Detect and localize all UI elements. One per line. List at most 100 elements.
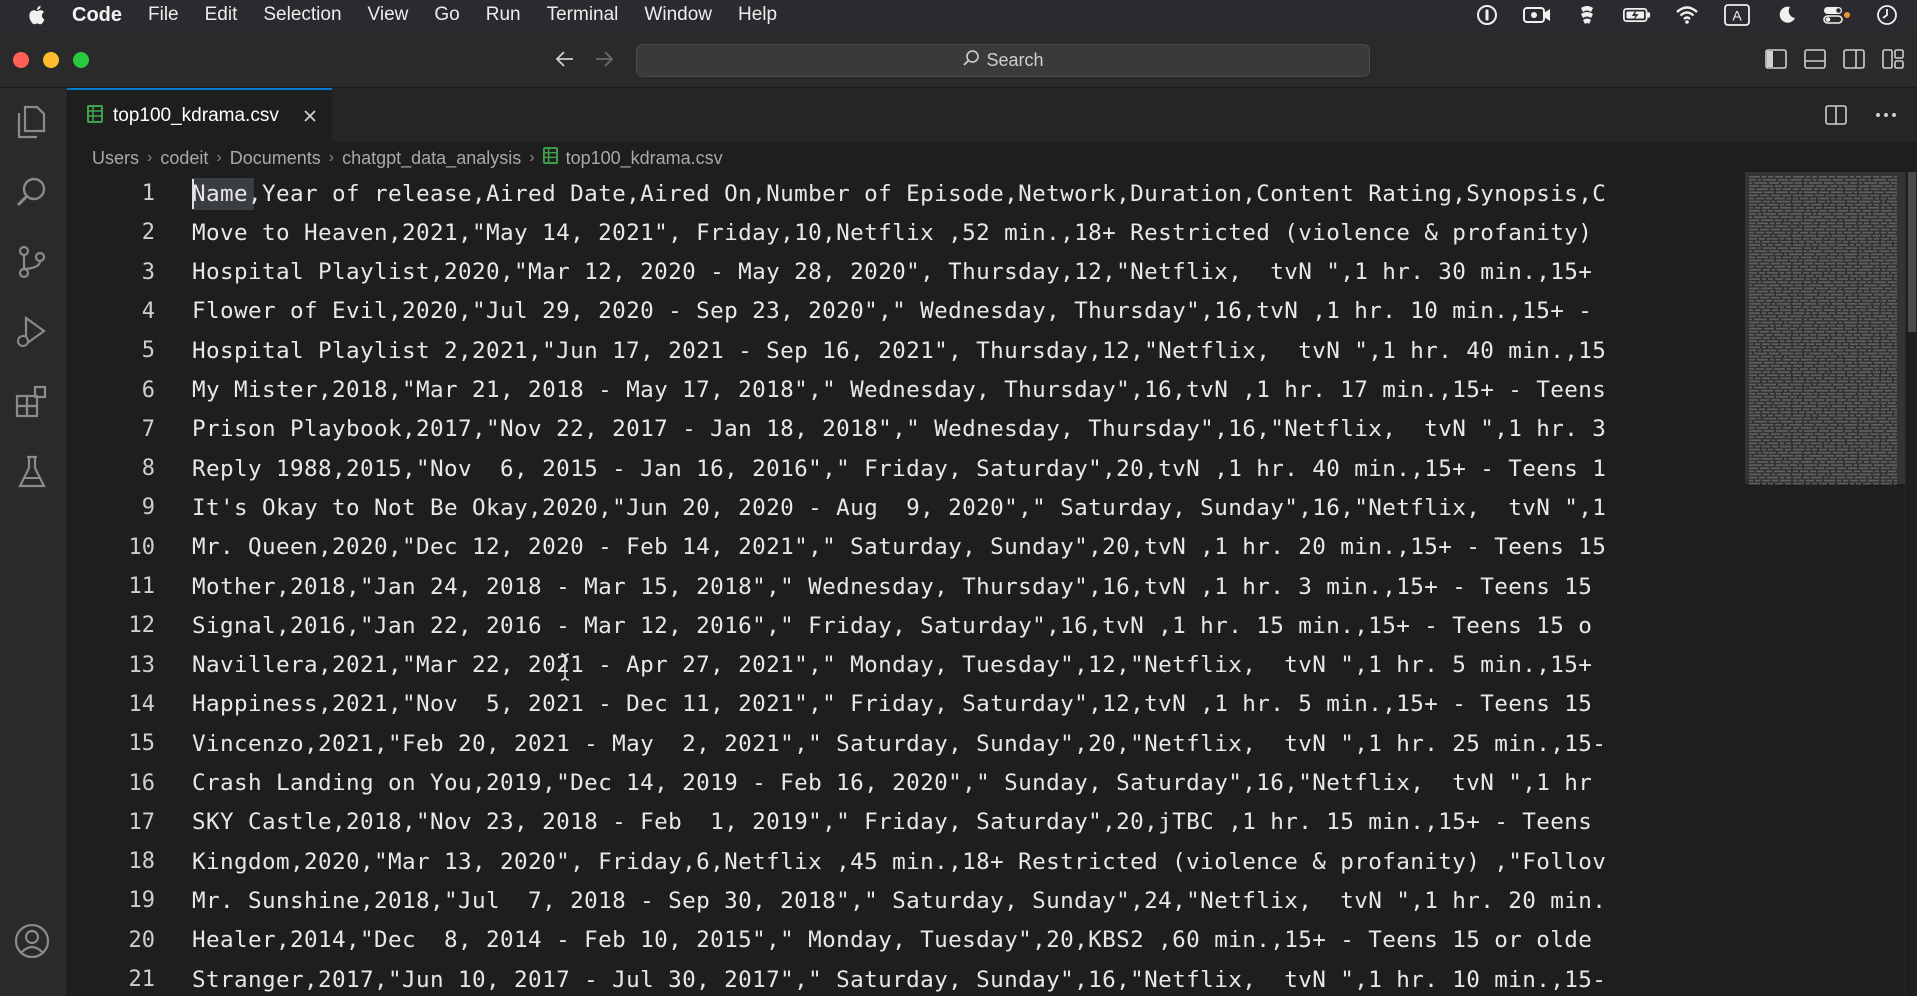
minimize-window-button[interactable] [43,52,59,68]
focus-moon-icon[interactable] [1773,4,1801,26]
code-line[interactable]: 3 Hospital Playlist,2020,"Mar 12, 2020 - … [67,253,1745,292]
breadcrumb-folder[interactable]: chatgpt_data_analysis [342,148,521,169]
control-center-icon[interactable] [1823,4,1851,26]
code-line[interactable]: 6 My Mister,2018,"Mar 21, 2018 - May 17, … [67,371,1745,410]
line-number: 14 [128,691,156,717]
split-editor-icon[interactable] [1823,102,1849,128]
cloud-sync-icon[interactable] [1573,4,1601,26]
line-text: Mr. Sunshine,2018,"Jul 7, 2018 - Sep 30,… [192,887,1607,914]
vertical-scrollbar[interactable] [1905,172,1917,996]
menu-go[interactable]: Go [434,4,459,26]
back-arrow-icon[interactable] [552,46,578,72]
toggle-secondary-sidebar-icon[interactable] [1842,48,1866,70]
toggle-primary-sidebar-icon[interactable] [1764,48,1788,70]
code-line[interactable]: 9 It's Okay to Not Be Okay,2020,"Jun 20, … [67,488,1745,527]
line-text: Signal,2016,"Jan 22, 2016 - Mar 12, 2016… [192,612,1593,639]
minimap[interactable] [1745,172,1905,996]
editor-tab-bar: top100_kdrama.csv [67,88,1917,142]
line-number: 5 [141,338,155,364]
menu-edit[interactable]: Edit [205,4,238,26]
code-line[interactable]: 12 Signal,2016,"Jan 22, 2016 - Mar 12, 20… [67,606,1745,645]
forward-arrow-icon[interactable] [591,46,617,72]
menu-help[interactable]: Help [738,4,777,26]
breadcrumb-users[interactable]: Users [92,148,139,169]
code-line[interactable]: 4 Flower of Evil,2020,"Jul 29, 2020 - Sep… [67,292,1745,331]
line-number: 11 [128,574,156,599]
breadcrumb-file[interactable]: top100_kdrama.csv [566,148,723,169]
line-number: 16 [128,770,156,796]
explorer-icon[interactable] [12,102,52,142]
breadcrumb-codeit[interactable]: codeit [160,148,208,169]
scrollbar-thumb[interactable] [1908,172,1916,332]
close-window-button[interactable] [13,52,29,68]
menu-app-name[interactable]: Code [72,4,122,27]
menu-terminal[interactable]: Terminal [547,4,619,26]
line-text: Hospital Playlist,2020,"Mar 12, 2020 - M… [192,259,1593,286]
code-line[interactable]: 14 Happiness,2021,"Nov 5, 2021 - Dec 11, … [67,685,1745,724]
wifi-icon[interactable] [1673,4,1701,26]
code-line[interactable]: 19 Mr. Sunshine,2018,"Jul 7, 2018 - Sep 3… [67,881,1745,920]
line-number: 4 [141,298,155,324]
code-line[interactable]: 2 Move to Heaven,2021,"May 14, 2021", Fri… [67,213,1745,252]
code-line[interactable]: 15 Vincenzo,2021,"Feb 20, 2021 - May 2, 2… [67,724,1745,763]
close-icon[interactable] [301,107,319,125]
tab-label: top100_kdrama.csv [113,105,279,126]
search-view-icon[interactable] [12,172,52,212]
code-line[interactable]: 5 Hospital Playlist 2,2021,"Jun 17, 2021 … [67,331,1745,370]
code-line[interactable]: 13 Navillera,2021,"Mar 22, 2021 - Apr 27,… [67,646,1745,685]
line-number: 9 [141,495,155,521]
menu-view[interactable]: View [368,4,409,26]
line-text: Move to Heaven,2021,"May 14, 2021", Frid… [192,219,1593,246]
csv-file-icon [87,104,103,128]
battery-icon[interactable] [1623,4,1651,26]
code-line[interactable]: 20 Healer,2014,"Dec 8, 2014 - Feb 10, 201… [67,921,1745,960]
run-debug-icon[interactable] [12,312,52,352]
menu-selection[interactable]: Selection [263,4,341,26]
code-line[interactable]: 16 Crash Landing on You,2019,"Dec 14, 201… [67,764,1745,803]
password-manager-icon[interactable] [1473,4,1501,26]
line-number: 2 [141,220,155,246]
line-text: It's Okay to Not Be Okay,2020,"Jun 20, 2… [192,494,1607,521]
line-text: Kingdom,2020,"Mar 13, 2020", Friday,6,Ne… [192,848,1607,875]
code-line[interactable]: 17 SKY Castle,2018,"Nov 23, 2018 - Feb 1,… [67,803,1745,842]
line-number: 21 [128,967,156,992]
code-line[interactable]: 7 Prison Playbook,2017,"Nov 22, 2017 - Ja… [67,410,1745,449]
line-number: 19 [128,888,156,914]
line-text: Name,Year of release,Aired Date,Aired On… [192,180,1607,207]
more-actions-icon[interactable] [1873,102,1899,128]
code-line[interactable]: 21 Stranger,2017,"Jun 10, 2017 - Jul 30, … [67,960,1745,996]
account-icon[interactable] [12,921,52,961]
macos-menu-bar: Code File Edit Selection View Go Run Ter… [0,0,1917,30]
toggle-panel-icon[interactable] [1803,48,1827,70]
extensions-icon[interactable] [12,382,52,422]
code-line[interactable]: 18 Kingdom,2020,"Mar 13, 2020", Friday,6,… [67,842,1745,881]
menu-run[interactable]: Run [486,4,521,26]
camera-icon[interactable] [1523,4,1551,26]
code-line[interactable]: 1 Name,Year of release,Aired Date,Aired O… [67,174,1745,213]
line-text: Happiness,2021,"Nov 5, 2021 - Dec 11, 20… [192,691,1593,718]
code-line[interactable]: 8 Reply 1988,2015,"Nov 6, 2015 - Jan 16, … [67,449,1745,488]
breadcrumb-documents[interactable]: Documents [230,148,321,169]
code-editor[interactable]: 1 Name,Year of release,Aired Date,Aired O… [67,172,1745,996]
apple-icon[interactable] [24,3,48,27]
input-source-icon[interactable]: A [1723,4,1751,26]
line-number: 7 [141,416,155,442]
code-line[interactable]: 10 Mr. Queen,2020,"Dec 12, 2020 - Feb 14,… [67,528,1745,567]
source-control-icon[interactable] [12,242,52,282]
menu-window[interactable]: Window [644,4,712,26]
command-center-search[interactable]: Search [636,44,1370,77]
line-text: Navillera,2021,"Mar 22, 2021 - Apr 27, 2… [192,652,1593,679]
customize-layout-icon[interactable] [1881,48,1905,70]
menu-file[interactable]: File [148,4,179,26]
code-line[interactable]: 11 Mother,2018,"Jan 24, 2018 - Mar 15, 20… [67,567,1745,606]
line-number: 18 [128,849,156,875]
minimap-slider[interactable] [1745,172,1905,484]
tab-top100-kdrama-csv[interactable]: top100_kdrama.csv [67,88,332,142]
line-number: 20 [128,927,156,953]
zoom-window-button[interactable] [73,52,89,68]
line-text: Vincenzo,2021,"Feb 20, 2021 - May 2, 202… [192,730,1607,757]
search-label: Search [986,50,1044,70]
line-text: Mr. Queen,2020,"Dec 12, 2020 - Feb 14, 2… [192,534,1607,561]
testing-flask-icon[interactable] [12,452,52,492]
clock-icon[interactable] [1873,4,1901,26]
